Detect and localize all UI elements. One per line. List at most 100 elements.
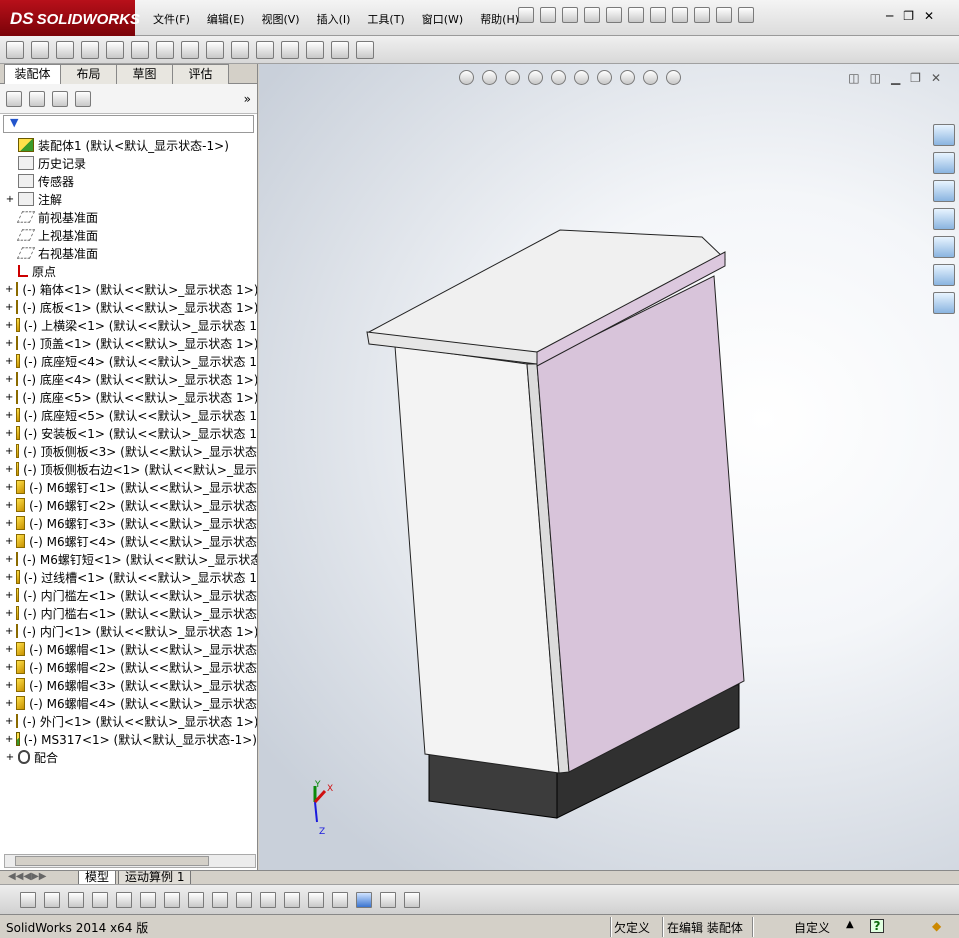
expand-toggle[interactable]: + [5,662,13,673]
pin-icon[interactable] [518,7,534,23]
tree-item[interactable]: 原点 [0,262,257,280]
tree-item[interactable]: + (-) 内门槛右<1> (默认<<默认>_显示状态 [0,604,257,622]
expand-toggle[interactable]: + [5,608,13,619]
tree-item[interactable]: + (-) MS317<1> (默认<默认_显示状态-1>) [0,730,257,748]
tree-item[interactable]: + (-) 内门槛左<1> (默认<<默认>_显示状态 [0,586,257,604]
expand-toggle[interactable]: + [5,752,15,763]
expand-toggle[interactable]: + [5,320,13,331]
tab-motion-study[interactable]: 运动算例 1 [118,871,192,885]
tree-item[interactable]: + (-) M6螺钉<1> (默认<<默认>_显示状态 [0,478,257,496]
expand-toggle[interactable]: + [5,392,13,403]
undo-icon[interactable] [628,7,644,23]
fillet-icon[interactable] [164,891,180,908]
command-tab[interactable]: 评估 [172,64,229,84]
grid-icon[interactable] [308,891,324,908]
expand-toggle[interactable]: + [5,698,13,709]
tree-item[interactable]: + (-) 顶板侧板右边<1> (默认<<默认>_显示 [0,460,257,478]
interference-detection-icon[interactable] [306,40,324,59]
trim-icon[interactable] [116,891,132,908]
bill-of-materials-icon[interactable] [231,40,249,59]
tree-scrollbar[interactable] [4,854,256,868]
tree-item[interactable]: + (-) M6螺帽<1> (默认<<默认>_显示状态 [0,640,257,658]
expand-toggle[interactable]: + [5,464,13,475]
tree-item[interactable]: + (-) 箱体<1> (默认<<默认>_显示状态 1>) [0,280,257,298]
move-component-icon[interactable] [106,40,124,59]
command-tab[interactable]: 草图 [116,64,173,84]
expand-toggle[interactable]: + [5,716,13,727]
table-icon[interactable] [404,891,420,908]
new-motion-study-icon[interactable] [206,40,224,59]
tree-item[interactable]: + (-) 顶盖<1> (默认<<默认>_显示状态 1>) [0,334,257,352]
graphics-area[interactable]: ◫ ◫ ▁ ❐ ✕ Y X Z [259,64,959,870]
tab-scroll-icon[interactable]: ◀◀◀▶▶ [8,871,46,882]
expand-toggle[interactable]: + [5,626,13,637]
command-tab[interactable]: 布局 [60,64,117,84]
circle-icon[interactable] [44,891,60,908]
menu-item[interactable]: 文件(F) [153,11,190,27]
expand-toggle[interactable]: + [5,734,13,745]
shaded-cube-icon[interactable] [356,891,372,908]
menu-item[interactable]: 视图(V) [261,11,299,27]
corner-icon[interactable] [236,891,252,908]
expand-toggle[interactable]: + [5,482,13,493]
tab-model[interactable]: 模型 [78,871,117,885]
expand-toggle[interactable]: + [5,338,13,349]
tree-item[interactable]: + (-) 内门<1> (默认<<默认>_显示状态 1>) [0,622,257,640]
tree-item[interactable]: + (-) 底座短<5> (默认<<默认>_显示状态 1 [0,406,257,424]
expand-toggle[interactable]: + [5,194,15,205]
help-status-icon[interactable]: ? [870,919,884,933]
configuration-manager-icon[interactable] [52,90,68,107]
menu-item[interactable]: 插入(I) [317,11,351,27]
expand-toggle[interactable]: + [5,572,13,583]
chamfer-icon[interactable] [188,891,204,908]
tree-item[interactable]: 上视基准面 [0,226,257,244]
feature-tree-icon[interactable] [6,90,22,107]
tree-item[interactable]: 右视基准面 [0,244,257,262]
expand-toggle[interactable]: + [5,284,13,295]
tree-item[interactable]: + (-) 上横梁<1> (默认<<默认>_显示状态 1 [0,316,257,334]
tree-item[interactable]: + (-) M6螺帽<2> (默认<<默认>_显示状态 [0,658,257,676]
new-document-icon[interactable] [540,7,556,23]
expand-toggle[interactable]: + [5,518,13,529]
scrollbar-thumb[interactable] [15,856,209,866]
units-dropdown[interactable]: 自定义 [794,919,830,936]
expand-toggle[interactable]: + [5,356,13,367]
tree-item[interactable]: + (-) M6螺钉<4> (默认<<默认>_显示状态 [0,532,257,550]
offset-icon[interactable] [212,891,228,908]
tree-item[interactable]: + (-) M6螺钉<3> (默认<<默认>_显示状态 [0,514,257,532]
menu-item[interactable]: 编辑(E) [207,11,245,27]
tree-item[interactable]: + (-) 外门<1> (默认<<默认>_显示状态 1>) [0,712,257,730]
linear-pattern-icon[interactable] [56,40,74,59]
point-icon[interactable] [20,891,36,908]
dimension-icon[interactable] [284,891,300,908]
tree-item[interactable]: + (-) 底座短<4> (默认<<默认>_显示状态 1 [0,352,257,370]
tree-item[interactable]: + (-) M6螺帽<3> (默认<<默认>_显示状态 [0,676,257,694]
save-icon[interactable] [584,7,600,23]
rectangle-dashed-icon[interactable] [260,891,276,908]
file-properties-icon[interactable] [694,7,710,23]
tree-item[interactable]: + (-) 顶板侧板<3> (默认<<默认>_显示状态 [0,442,257,460]
window-icon[interactable] [380,891,396,908]
property-manager-icon[interactable] [29,90,45,107]
command-tab[interactable]: 装配体 [4,64,61,84]
menu-item[interactable]: 工具(T) [367,11,404,27]
insert-component-icon[interactable] [6,40,24,59]
cabinet-model[interactable]: Y X Z [259,64,959,870]
tree-item[interactable]: + (-) M6螺帽<4> (默认<<默认>_显示状态 [0,694,257,712]
expand-chevron-icon[interactable]: » [244,92,251,106]
help-icon[interactable] [738,7,754,23]
filter-field[interactable]: ▼ [3,115,254,133]
close-icon[interactable]: ✕ [924,9,934,23]
clearance-verification-icon[interactable] [331,40,349,59]
expand-toggle[interactable]: + [5,500,13,511]
tree-item[interactable]: + (-) 过线槽<1> (默认<<默认>_显示状态 1 [0,568,257,586]
filter-icon[interactable]: ▼ [10,116,18,129]
minimize-icon[interactable]: ─ [886,9,893,23]
exploded-view-icon[interactable] [256,40,274,59]
expand-toggle[interactable]: + [5,410,13,421]
tree-item[interactable]: + (-) M6螺钉短<1> (默认<<默认>_显示状态 [0,550,257,568]
expand-toggle[interactable]: + [5,644,13,655]
tree-item[interactable]: + (-) 底座<5> (默认<<默认>_显示状态 1>) [0,388,257,406]
restore-icon[interactable]: ❐ [903,9,914,23]
reference-geometry-icon[interactable] [181,40,199,59]
